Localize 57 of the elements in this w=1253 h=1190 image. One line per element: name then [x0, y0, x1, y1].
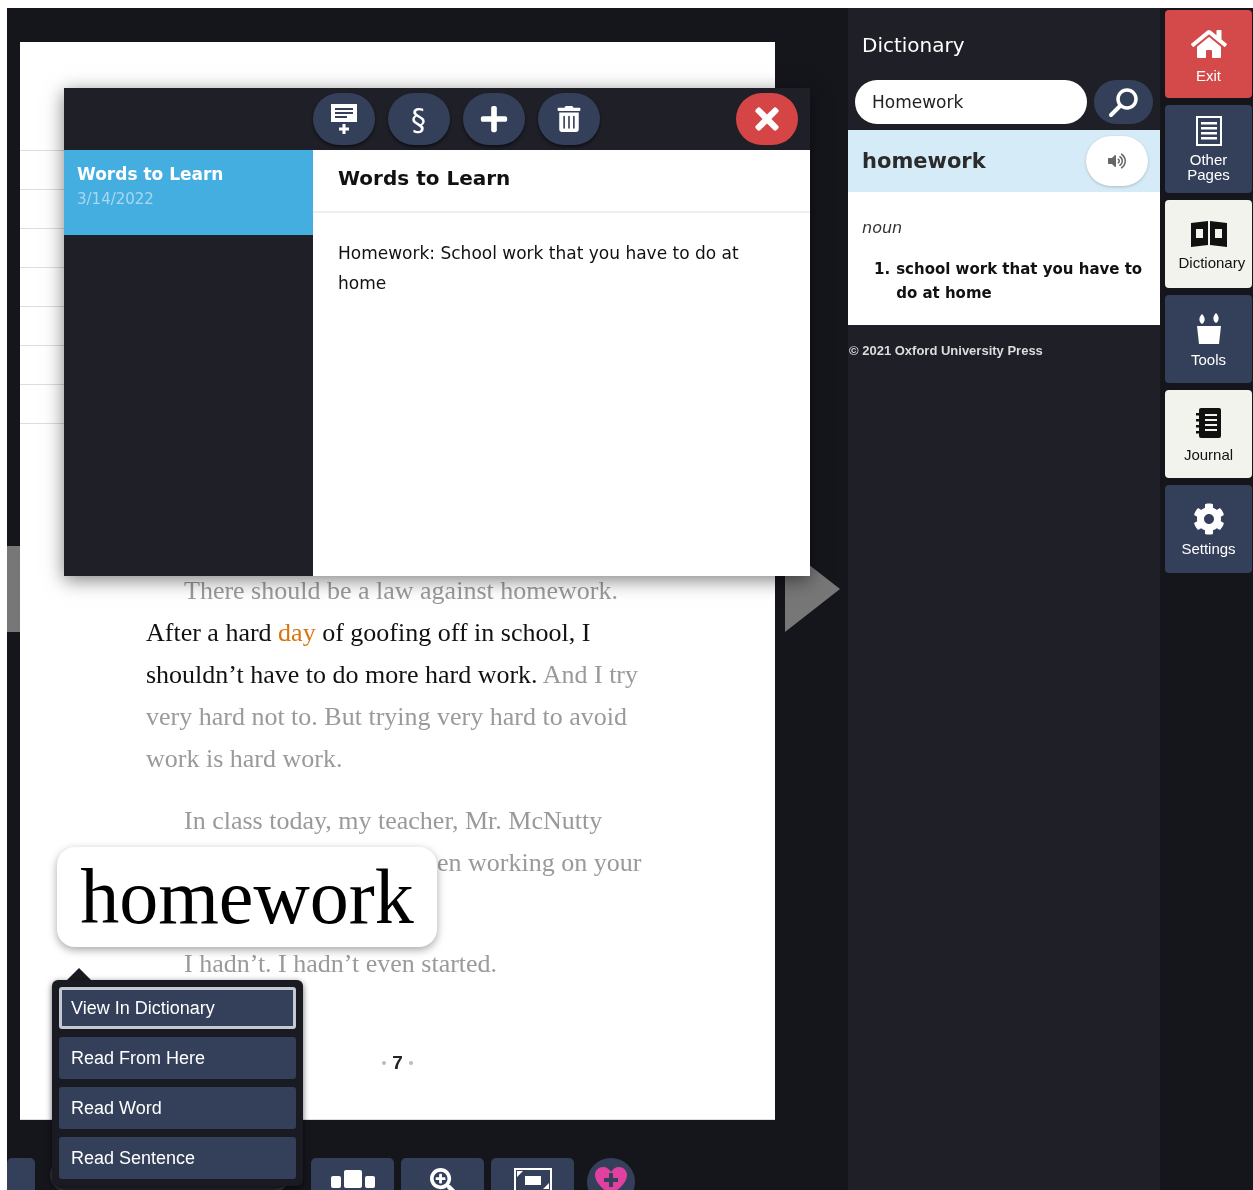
- settings-icon: [1192, 502, 1225, 535]
- pages-icon: [329, 1168, 376, 1188]
- delete-button[interactable]: [537, 93, 600, 145]
- nav-button[interactable]: Journal: [1165, 390, 1252, 478]
- search-field[interactable]: Homework: [855, 79, 1087, 124]
- nav-button[interactable]: Other Pages: [1165, 105, 1252, 193]
- story-text: very hard not to. But trying very hard to avoid: [146, 702, 627, 731]
- note-heading: Words to Learn: [313, 150, 810, 213]
- story-text: There should be a law against homework.: [184, 576, 618, 605]
- story-text: work is hard work.: [146, 744, 343, 773]
- nav-button[interactable]: Dictionary: [1165, 200, 1252, 288]
- trash-icon: [555, 106, 582, 132]
- page-number: 7: [392, 1052, 403, 1074]
- notebook-icon: [1194, 406, 1223, 441]
- search-button[interactable]: [1094, 79, 1153, 124]
- add-button[interactable]: [462, 93, 525, 145]
- headword: homework: [862, 149, 986, 173]
- story-text: And I try: [541, 660, 638, 689]
- book-icon: [1188, 218, 1229, 249]
- part-of-speech: noun: [862, 218, 904, 237]
- menu-item[interactable]: View In Dictionary: [59, 987, 296, 1029]
- zoom-button[interactable]: [401, 1158, 484, 1190]
- nav-button[interactable]: Tools: [1165, 295, 1252, 383]
- note-plus-icon: [329, 103, 358, 135]
- nav-button[interactable]: Settings: [1165, 485, 1252, 573]
- pages-view-button[interactable]: [311, 1158, 394, 1190]
- magnified-word: homework: [57, 847, 437, 947]
- close-button[interactable]: [736, 93, 798, 145]
- nav-button[interactable]: Exit: [1165, 10, 1252, 98]
- menu-item[interactable]: Read Word: [59, 1087, 296, 1129]
- definition-text: school work that you have to do at home: [896, 259, 1144, 304]
- fit-screen-button[interactable]: [491, 1158, 574, 1190]
- menu-item[interactable]: Read Sentence: [59, 1137, 296, 1179]
- note-title: Words to Learn: [77, 164, 225, 184]
- speaker-icon: [1108, 152, 1126, 170]
- story-text: shouldn’t have to do more hard work.: [146, 660, 538, 689]
- story-text: en working on your: [437, 848, 642, 877]
- search-icon: [1107, 85, 1140, 118]
- plus-icon: [478, 104, 509, 134]
- pronounce-button[interactable]: [1086, 136, 1148, 186]
- section-button[interactable]: §: [387, 93, 450, 145]
- panel-title: Dictionary: [861, 32, 966, 59]
- heart-plus-icon: [594, 1166, 628, 1190]
- story-text: After a hard: [146, 618, 273, 647]
- note-date: 3/14/2022: [77, 190, 155, 208]
- new-note-button[interactable]: [312, 93, 375, 145]
- story-text: I hadn’t. I hadn’t even started.: [184, 949, 498, 978]
- definition-number: 1.: [874, 259, 891, 280]
- menu-item[interactable]: Read From Here: [59, 1037, 296, 1079]
- note-text: Homework: School work that you have to do at home: [337, 242, 740, 295]
- story-text: In class today, my teacher, Mr. McNutty: [184, 806, 603, 835]
- zoom-in-icon: [429, 1168, 456, 1190]
- highlighted-word: day: [278, 618, 316, 647]
- copyright-text: © 2021 Oxford University Press: [848, 342, 1044, 358]
- story-text: of goofing off in school, I: [321, 618, 591, 647]
- list-icon: [1195, 116, 1222, 146]
- fit-screen-icon: [513, 1168, 552, 1190]
